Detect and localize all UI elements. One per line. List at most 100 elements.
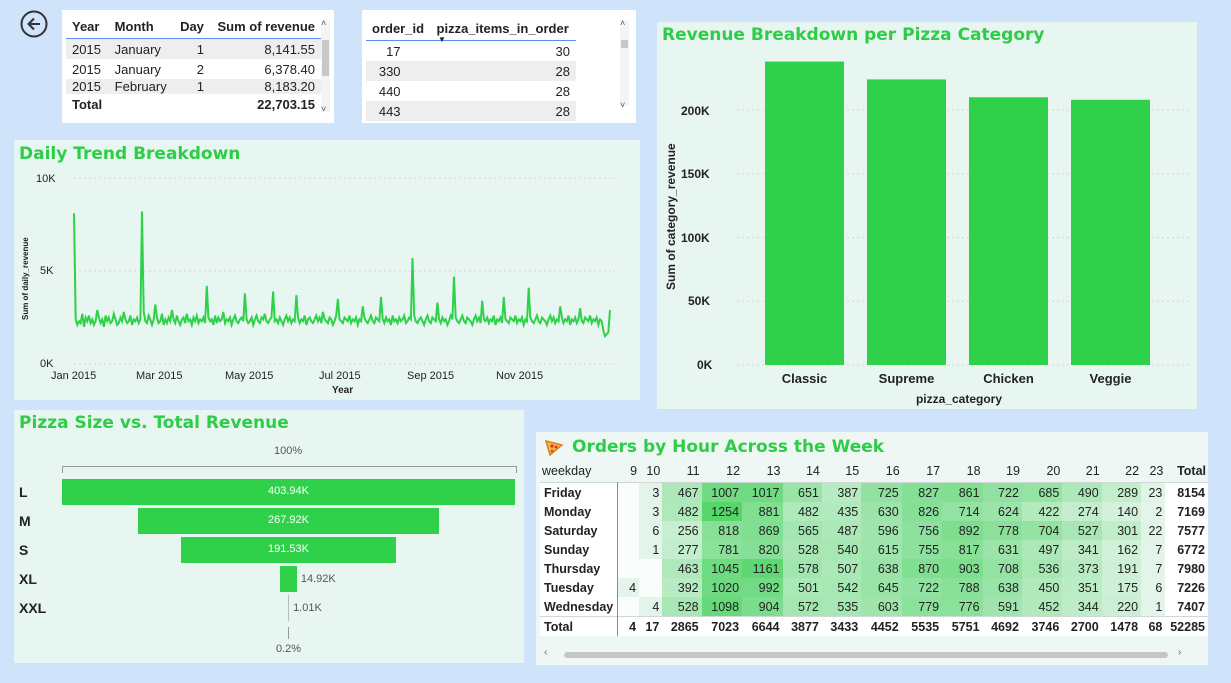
table-row[interactable]: 2015 February 1 8,183.20 <box>66 79 321 94</box>
heatmap-cell[interactable]: 725 <box>861 482 902 502</box>
heatmap-cell[interactable]: 7023 <box>701 616 743 636</box>
heatmap-cell[interactable]: 781 <box>701 540 743 559</box>
hour-header[interactable]: 15 <box>822 460 861 483</box>
hour-header[interactable]: 10 <box>639 460 662 483</box>
heatmap-cell[interactable]: 615 <box>861 540 902 559</box>
heatmap-cell[interactable]: 1007 <box>701 482 743 502</box>
heatmap-cell[interactable]: 722 <box>901 578 943 597</box>
heatmap-cell[interactable] <box>617 482 640 502</box>
heatmap-cell[interactable]: 1478 <box>1101 616 1142 636</box>
heatmap-cell[interactable]: 1 <box>1141 597 1166 617</box>
heatmap-cell[interactable]: 490 <box>1062 482 1102 502</box>
heatmap-cell[interactable]: 487 <box>821 521 862 540</box>
heatmap-cell[interactable]: 4 <box>617 578 640 597</box>
heatmap-cell[interactable]: 482 <box>782 502 822 521</box>
sort-desc-icon[interactable]: ▼ <box>438 35 446 44</box>
heatmap-cell[interactable]: 755 <box>901 540 943 559</box>
heatmap-cell[interactable]: 1045 <box>701 559 743 578</box>
heatmap-cell[interactable]: 645 <box>861 578 902 597</box>
heatmap-cell[interactable]: 23 <box>1141 482 1166 502</box>
heatmap-cell[interactable]: 450 <box>1021 578 1063 597</box>
heatmap-cell[interactable]: 903 <box>942 559 983 578</box>
scroll-left-icon[interactable]: ‹ <box>544 647 547 658</box>
heatmap-cell[interactable]: 651 <box>782 482 822 502</box>
heatmap-cell[interactable]: 467 <box>662 482 702 502</box>
heatmap-cell[interactable]: 704 <box>1021 521 1063 540</box>
heatmap-cell[interactable]: 1098 <box>701 597 743 617</box>
total-header[interactable]: Total <box>1165 460 1208 483</box>
heatmap-cell[interactable]: 1020 <box>701 578 743 597</box>
category-bar[interactable] <box>765 61 844 366</box>
heatmap-cell[interactable]: 289 <box>1101 482 1142 502</box>
heatmap-cell[interactable]: 528 <box>662 597 702 617</box>
daily-revenue-line[interactable] <box>73 211 611 339</box>
heatmap-cell[interactable]: 535 <box>821 597 862 617</box>
heatmap-cell[interactable]: 5535 <box>901 616 943 636</box>
heatmap-cell[interactable]: 3 <box>639 482 663 502</box>
col-year[interactable]: Year <box>66 14 109 39</box>
heatmap-cell[interactable]: 869 <box>742 521 783 540</box>
heatmap-cell[interactable]: 591 <box>982 597 1022 617</box>
heatmap-cell[interactable]: 140 <box>1101 502 1142 521</box>
hour-header[interactable]: 16 <box>861 460 901 483</box>
heatmap-cell[interactable]: 527 <box>1062 521 1102 540</box>
heatmap-cell[interactable]: 827 <box>901 482 943 502</box>
back-button[interactable] <box>20 10 48 38</box>
heatmap-row[interactable]: Saturday 6 256 818 869 565 487 596 756 892 778 704 5… <box>540 521 1208 540</box>
heatmap-cell[interactable]: 631 <box>982 540 1022 559</box>
heatmap-cell[interactable]: 2700 <box>1062 616 1102 636</box>
heatmap-cell[interactable] <box>617 597 640 617</box>
heatmap-cell[interactable]: 2865 <box>662 616 702 636</box>
heatmap-cell[interactable] <box>617 559 640 578</box>
heatmap-cell[interactable]: 6644 <box>742 616 783 636</box>
hour-header[interactable]: 17 <box>902 460 942 483</box>
heatmap-cell[interactable] <box>617 521 640 540</box>
heatmap-cell[interactable]: 507 <box>821 559 862 578</box>
category-chart[interactable]: 200K 150K 100K 50K 0K Sum of category_re… <box>657 22 1197 409</box>
table-row[interactable]: 17 30 <box>366 40 576 62</box>
heatmap-cell[interactable]: 779 <box>901 597 943 617</box>
table-row[interactable]: 2015 January 2 6,378.40 <box>66 59 321 79</box>
heatmap-cell[interactable]: 175 <box>1101 578 1142 597</box>
heatmap-cell[interactable]: 638 <box>982 578 1022 597</box>
scroll-down-icon[interactable]: ˅ <box>321 104 326 114</box>
heatmap-cell[interactable]: 528 <box>782 540 822 559</box>
table-row[interactable]: 330 28 <box>366 61 576 81</box>
heatmap-cell[interactable]: 714 <box>942 502 983 521</box>
scroll-up-icon[interactable]: ˄ <box>620 18 625 28</box>
daily-trend-chart[interactable]: 10K 5K 0K Sum of daily_revenue Jan 2015 … <box>14 140 640 400</box>
col-month[interactable]: Month <box>109 14 174 39</box>
heatmap-cell[interactable]: 2 <box>1141 502 1166 521</box>
heatmap-cell[interactable]: 870 <box>901 559 943 578</box>
heatmap-cell[interactable]: 344 <box>1062 597 1102 617</box>
col-order-id[interactable]: order_id <box>366 16 431 41</box>
heatmap-cell[interactable]: 722 <box>982 482 1022 502</box>
heatmap-cell[interactable]: 596 <box>861 521 902 540</box>
heatmap-cell[interactable]: 501 <box>782 578 822 597</box>
heatmap-cell[interactable]: 685 <box>1021 482 1063 502</box>
hour-header[interactable]: 22 <box>1102 460 1141 483</box>
heatmap-cell[interactable]: 3433 <box>821 616 862 636</box>
heatmap-cell[interactable]: 482 <box>662 502 702 521</box>
heatmap-cell[interactable]: 1 <box>639 540 663 559</box>
heatmap-cell[interactable]: 4 <box>617 616 640 636</box>
table-row[interactable]: 440 28 <box>366 81 576 101</box>
heatmap-cell[interactable]: 6 <box>1141 578 1166 597</box>
hour-header[interactable]: 12 <box>702 460 742 483</box>
heatmap-cell[interactable] <box>617 540 640 559</box>
size-bar[interactable] <box>287 595 290 621</box>
heatmap-cell[interactable]: 422 <box>1021 502 1063 521</box>
hour-header[interactable]: 21 <box>1062 460 1101 483</box>
heatmap-cell[interactable]: 4452 <box>861 616 902 636</box>
size-bar[interactable] <box>280 566 297 592</box>
category-bar[interactable] <box>1071 99 1150 366</box>
heatmap-cell[interactable]: 341 <box>1062 540 1102 559</box>
heatmap-cell[interactable]: 3746 <box>1021 616 1063 636</box>
revenue-table-scrollbar[interactable]: ˄ ˅ <box>321 18 330 114</box>
heatmap-cell[interactable]: 301 <box>1101 521 1142 540</box>
heatmap-cell[interactable]: 7 <box>1141 540 1166 559</box>
heatmap-cell[interactable]: 3877 <box>782 616 822 636</box>
category-bar[interactable] <box>969 97 1048 365</box>
scroll-right-icon[interactable]: › <box>1178 647 1181 658</box>
heatmap-cell[interactable]: 4692 <box>982 616 1022 636</box>
